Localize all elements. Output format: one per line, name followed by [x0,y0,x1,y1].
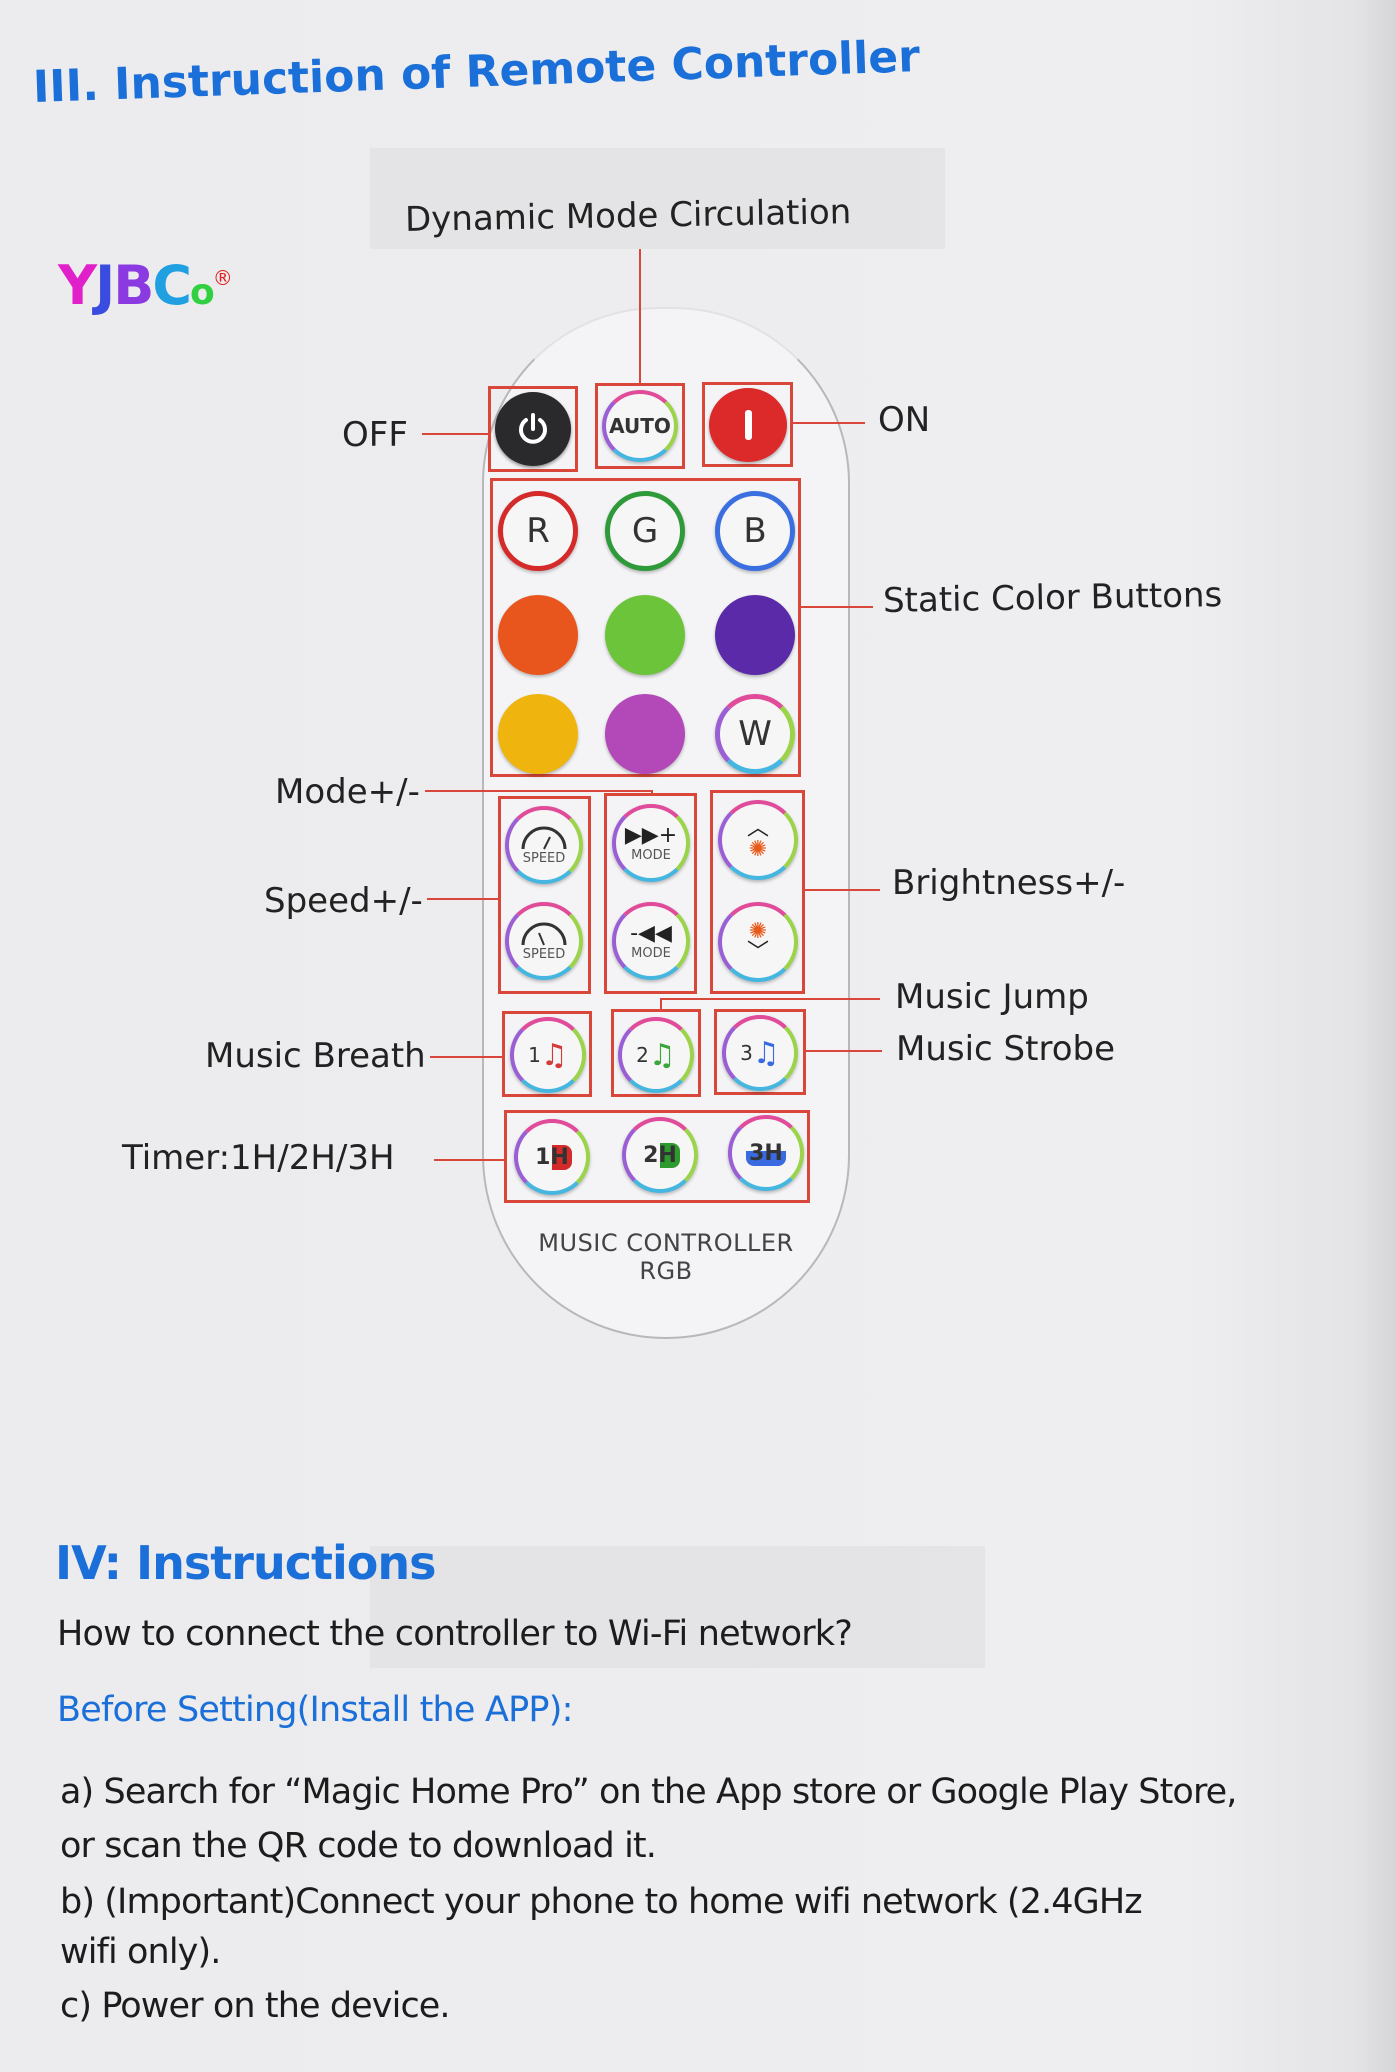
leader-line [422,433,488,435]
sun-icon: ✺ [748,837,768,862]
speedometer-icon [521,922,567,945]
label-music-jump: Music Jump [895,977,1089,1017]
leader-line [434,1159,504,1161]
power-on-icon [744,410,752,440]
color-button[interactable] [605,694,685,774]
mode-up-label: MODE [631,848,671,863]
speed-up-button[interactable]: SPEED [505,806,583,884]
music-breath-button[interactable]: 1 ♫ [510,1017,586,1093]
timer-2h-button[interactable]: 2H [622,1117,698,1193]
power-icon [519,413,547,444]
speedometer-icon [521,826,567,849]
chevron-down-icon: ﹀ [746,940,769,965]
off-button[interactable] [495,392,571,466]
leader-line [639,249,641,384]
chevron-up-icon: ︿ [746,816,769,841]
label-dynamic-mode: Dynamic Mode Circulation [404,192,852,240]
section4-subtitle: Before Setting(Install the APP): [57,1690,573,1730]
color-button[interactable] [605,595,685,675]
color-button[interactable]: R [498,491,578,571]
instruction-line: c) Power on the device. [60,1986,451,2026]
color-button[interactable] [715,595,795,675]
music-number: 1 [528,1043,541,1067]
remote-footer-title: MUSIC CONTROLLER [538,1229,794,1257]
label-static-color: Static Color Buttons [882,575,1223,621]
music-jump-button[interactable]: 2 ♫ [618,1017,694,1093]
music-note-icon: ♫ [540,1037,568,1073]
label-brightness: Brightness+/- [892,863,1126,903]
label-mode: Mode+/- [275,772,420,812]
section4-question: How to connect the controller to Wi-Fi n… [57,1614,853,1654]
timer-label: 1H [532,1144,572,1170]
label-on: ON [878,400,931,440]
color-button[interactable] [498,595,578,675]
timer-3h-button[interactable]: 3H [728,1115,804,1191]
color-button[interactable]: W [715,694,795,774]
color-button[interactable]: B [715,491,795,571]
instruction-line: a) Search for “Magic Home Pro” on the Ap… [60,1772,1237,1812]
mode-down-label: MODE [631,946,671,961]
auto-label: AUTO [609,414,671,438]
instruction-line: b) (Important)Connect your phone to home… [60,1882,1143,1922]
label-music-strobe: Music Strobe [896,1029,1115,1069]
music-number: 2 [636,1043,649,1067]
leader-line [430,1056,502,1058]
instruction-line: wifi only). [60,1932,221,1972]
label-speed: Speed+/- [264,881,423,921]
color-button-label: G [631,511,659,551]
instruction-line: or scan the QR code to download it. [60,1826,657,1866]
label-timer: Timer:1H/2H/3H [122,1138,395,1178]
color-button-label: B [743,511,767,551]
leader-line [425,790,652,792]
music-number: 3 [740,1041,753,1065]
leader-line [805,889,880,891]
speed-down-button[interactable]: SPEED [505,902,583,980]
music-note-icon: ♫ [648,1037,676,1073]
music-strobe-button[interactable]: 3 ♫ [722,1015,798,1091]
mode-up-button[interactable]: ▶▶+ MODE [612,804,690,882]
mode-down-button[interactable]: -◀◀ MODE [612,902,690,980]
leader-line [806,1050,882,1052]
rewind-icon: -◀◀ [630,921,672,946]
label-off: OFF [342,415,408,455]
leader-line [793,422,865,424]
timer-1h-button[interactable]: 1H [514,1119,590,1195]
color-button[interactable]: G [605,491,685,571]
leader-line [660,998,880,1000]
color-button[interactable] [498,694,578,774]
color-button-label: R [526,511,550,551]
timer-label: 2H [640,1142,680,1168]
brightness-down-button[interactable]: ✺ ﹀ [718,902,798,982]
leader-line [427,898,498,900]
timer-label: 3H [746,1140,786,1166]
fast-forward-icon: ▶▶+ [624,823,678,848]
registered-mark: ® [212,266,233,290]
auto-button[interactable]: AUTO [602,390,678,462]
label-music-breath: Music Breath [205,1036,426,1076]
remote-footer-subtitle: RGB [639,1257,693,1285]
section4-title: IV: Instructions [55,1536,436,1590]
leader-line [801,606,873,608]
music-note-icon: ♫ [752,1035,780,1071]
speed-up-label: SPEED [522,850,566,866]
color-button-label: W [738,714,772,754]
brightness-up-button[interactable]: ︿ ✺ [718,800,798,880]
leader-line [660,998,662,1009]
section-title: III. Instruction of Remote Controller [32,31,921,113]
speed-down-label: SPEED [522,946,566,962]
brand-logo: YJBCo® [58,254,233,317]
on-button[interactable] [709,388,787,462]
